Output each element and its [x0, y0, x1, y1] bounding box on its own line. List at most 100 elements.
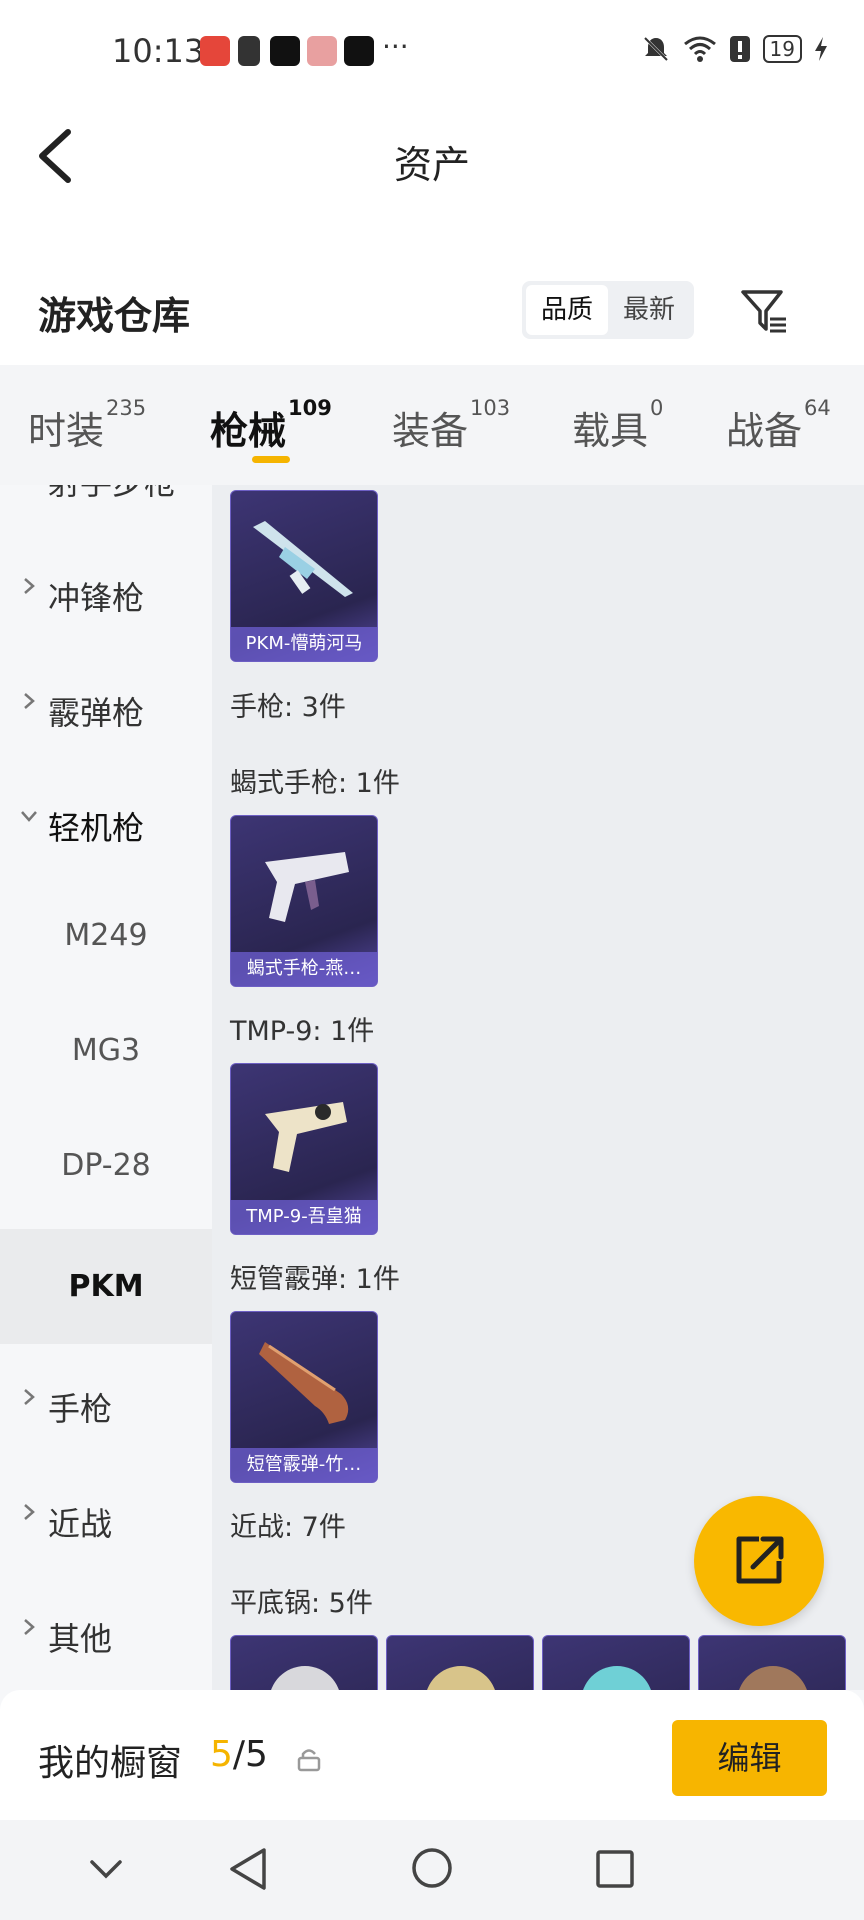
chevron-right-icon	[24, 1619, 35, 1635]
warehouse-header: 游戏仓库 品质 最新	[0, 245, 864, 365]
sidebar-item-m249[interactable]: M249	[0, 878, 212, 993]
tab-label: 时装	[28, 409, 105, 453]
sidebar-item-smg[interactable]: 冲锋枪	[0, 533, 212, 648]
tab-count: 235	[106, 396, 147, 420]
sort-newest-button[interactable]: 最新	[608, 285, 690, 335]
item-card-pan-4[interactable]	[698, 1635, 846, 1690]
subcategory-label-frying-pan: 平底锅: 5件	[230, 1588, 373, 1619]
chevron-down-icon[interactable]	[88, 1858, 124, 1882]
alert-icon	[729, 36, 750, 62]
sidebar-item-dp28[interactable]: DP-28	[0, 1108, 212, 1223]
charging-icon	[815, 37, 827, 61]
tab-label: 战备	[726, 409, 803, 453]
share-button[interactable]	[694, 1496, 824, 1626]
mute-icon	[643, 36, 668, 62]
sidebar-item-label: DP-28	[61, 1148, 151, 1183]
sort-quality-button[interactable]: 品质	[526, 285, 608, 335]
item-card-scorpion[interactable]: 蝎式手枪-燕…	[230, 815, 378, 987]
sidebar-item-label: PKM	[68, 1269, 144, 1304]
showcase-bar: 我的橱窗 5/5 编辑	[0, 1690, 864, 1820]
sidebar-item-pistol[interactable]: 手枪	[0, 1344, 212, 1459]
item-name: 蝎式手枪-燕…	[231, 952, 377, 986]
pistol-icon	[265, 852, 349, 922]
tab-count: 0	[650, 396, 664, 420]
sidebar-item-label: 冲锋枪	[48, 579, 145, 617]
battery-icon: 19	[762, 35, 802, 63]
showcase-count-current: 5	[210, 1734, 233, 1775]
item-name: TMP-9-吾皇猫	[231, 1200, 377, 1234]
showcase-count-total: /5	[232, 1734, 268, 1775]
item-card-sawed-off[interactable]: 短管霰弹-竹…	[230, 1311, 378, 1483]
showcase-count: 5/5	[210, 1734, 268, 1775]
edit-button[interactable]: 编辑	[672, 1720, 827, 1796]
sidebar-item-label: 霰弹枪	[48, 694, 145, 732]
tab-guns[interactable]: 枪械109	[210, 396, 332, 455]
huawei-app-icon	[200, 36, 230, 66]
chevron-right-icon	[24, 578, 35, 594]
active-tab-indicator	[252, 456, 290, 463]
recents-square-icon[interactable]	[594, 1848, 636, 1890]
sort-toggle: 品质 最新	[522, 281, 694, 339]
chevron-right-icon	[24, 1389, 35, 1405]
tab-fashion[interactable]: 时装235	[28, 396, 146, 455]
category-label-pistol: 手枪: 3件	[230, 692, 346, 723]
back-triangle-icon[interactable]	[226, 1846, 270, 1892]
sidebar-item-marksman-rifle[interactable]: 射手步枪	[0, 485, 212, 533]
tab-equipment[interactable]: 装备103	[392, 396, 510, 455]
item-card-pan-2[interactable]	[386, 1635, 534, 1690]
subcategory-label-sawed-off: 短管霰弹: 1件	[230, 1264, 400, 1295]
sidebar-item-label: 射手步枪	[48, 485, 176, 504]
frying-pan-icon	[427, 1666, 495, 1690]
frying-pan-icon	[583, 1666, 651, 1690]
shotgun-icon	[259, 1342, 349, 1424]
sidebar-item-other[interactable]: 其他	[0, 1574, 212, 1689]
tiktok-icon	[270, 36, 300, 66]
category-tabs: 时装235 枪械109 装备103 载具0 战备64	[0, 365, 864, 485]
more-icon: ···	[382, 30, 409, 63]
status-time: 10:13	[112, 32, 205, 70]
battery-alert-icon	[238, 36, 260, 66]
tab-count: 64	[804, 396, 831, 420]
tab-supplies[interactable]: 战备64	[726, 396, 831, 455]
sidebar-item-melee[interactable]: 近战	[0, 1459, 212, 1574]
filter-icon[interactable]	[740, 287, 788, 335]
frying-pan-icon	[739, 1666, 807, 1690]
tab-count: 103	[470, 396, 511, 420]
chevron-down-icon	[21, 811, 37, 822]
home-circle-icon[interactable]	[410, 1846, 454, 1890]
status-bar: 10:13 ··· 19	[0, 0, 864, 104]
sidebar-item-mg3[interactable]: MG3	[0, 993, 212, 1108]
tab-label: 枪械	[210, 409, 287, 453]
frying-pan-icon	[271, 1666, 339, 1690]
subcategory-label-scorpion: 蝎式手枪: 1件	[230, 768, 400, 799]
sidebar-item-label: M249	[64, 918, 148, 953]
tab-count: 109	[288, 396, 332, 420]
chevron-right-icon	[24, 1504, 35, 1520]
sidebar-item-lmg[interactable]: 轻机枪	[0, 763, 212, 878]
item-card-pkm[interactable]: PKM-懵萌河马	[230, 490, 378, 662]
chevron-right-icon	[24, 693, 35, 709]
gun-category-sidebar: 射手步枪 冲锋枪 霰弹枪 轻机枪 M249 MG3 DP-28 PKM 手枪 近…	[0, 485, 212, 1690]
item-name: 短管霰弹-竹…	[231, 1448, 377, 1482]
item-card-pan-3[interactable]	[542, 1635, 690, 1690]
subcategory-label-tmp9: TMP-9: 1件	[230, 1016, 375, 1047]
sidebar-item-label: 其他	[48, 1620, 113, 1658]
tab-vehicles[interactable]: 载具0	[572, 396, 663, 455]
lock-icon	[297, 1749, 321, 1772]
pistol-icon	[265, 1102, 347, 1172]
sidebar-item-pkm[interactable]: PKM	[0, 1229, 212, 1344]
system-nav-bar	[0, 1820, 864, 1920]
item-card-tmp9[interactable]: TMP-9-吾皇猫	[230, 1063, 378, 1235]
item-card-pan-1[interactable]	[230, 1635, 378, 1690]
sidebar-item-label: MG3	[71, 1033, 141, 1068]
tab-label: 装备	[392, 409, 469, 453]
tiktok-icon	[344, 36, 374, 66]
sidebar-item-label: 轻机枪	[48, 809, 145, 847]
category-label-melee: 近战: 7件	[230, 1512, 346, 1543]
showcase-title: 我的橱窗	[38, 1743, 183, 1784]
sidebar-item-label: 近战	[48, 1505, 113, 1543]
tab-label: 载具	[572, 409, 649, 453]
app-icon	[307, 36, 337, 66]
sidebar-item-shotgun[interactable]: 霰弹枪	[0, 648, 212, 763]
page-title: 资产	[393, 143, 470, 187]
